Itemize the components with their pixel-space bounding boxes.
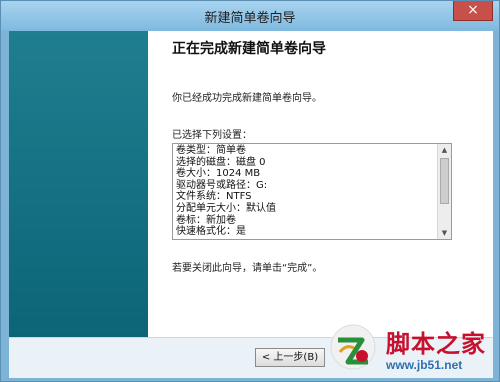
setting-volume-type: 卷类型：简单卷 <box>176 145 246 156</box>
settings-list: 卷类型：简单卷 选择的磁盘：磁盘 0 卷大小：1024 MB 驱动器号或路径：G… <box>176 145 436 238</box>
watermark-url: www.jb51.net <box>386 358 463 372</box>
scroll-up-icon[interactable]: ▲ <box>438 144 451 156</box>
setting-allocation-unit: 分配单元大小：默认值 <box>176 202 276 214</box>
vertical-scrollbar[interactable]: ▲ ▼ <box>437 144 451 239</box>
setting-quick-format: 快速格式化：是 <box>176 226 246 238</box>
wizard-side-panel <box>9 31 148 337</box>
setting-volume-label: 卷标：新加卷 <box>176 214 236 226</box>
window-title: 新建简单卷向导 <box>204 11 296 26</box>
setting-drive-letter: 驱动器号或路径：G: <box>176 179 268 191</box>
back-button[interactable]: < 上一步(B) <box>255 348 325 367</box>
watermark-title: 脚本之家 <box>386 329 486 358</box>
scroll-down-icon[interactable]: ▼ <box>438 227 451 239</box>
settings-label: 已选择下列设置： <box>172 130 252 141</box>
site-watermark: 脚本之家 www.jb51.net <box>328 314 498 378</box>
setting-disk: 选择的磁盘：磁盘 0 <box>176 156 266 168</box>
finish-instruction: 若要关闭此向导，请单击“完成”。 <box>172 263 323 274</box>
close-button[interactable]: × <box>453 1 493 21</box>
title-bar[interactable]: 新建简单卷向导 × <box>1 1 499 31</box>
settings-summary-box[interactable]: 卷类型：简单卷 选择的磁盘：磁盘 0 卷大小：1024 MB 驱动器号或路径：G… <box>172 143 452 240</box>
watermark-logo-icon <box>330 324 376 370</box>
setting-volume-size: 卷大小：1024 MB <box>176 168 261 180</box>
scroll-thumb[interactable] <box>440 158 449 204</box>
wizard-content: 正在完成新建简单卷向导 你已经成功完成新建简单卷向导。 已选择下列设置： 卷类型… <box>148 31 493 337</box>
setting-file-system: 文件系统：NTFS <box>176 191 252 203</box>
page-title: 正在完成新建简单卷向导 <box>172 41 326 57</box>
completion-message: 你已经成功完成新建简单卷向导。 <box>172 93 322 104</box>
